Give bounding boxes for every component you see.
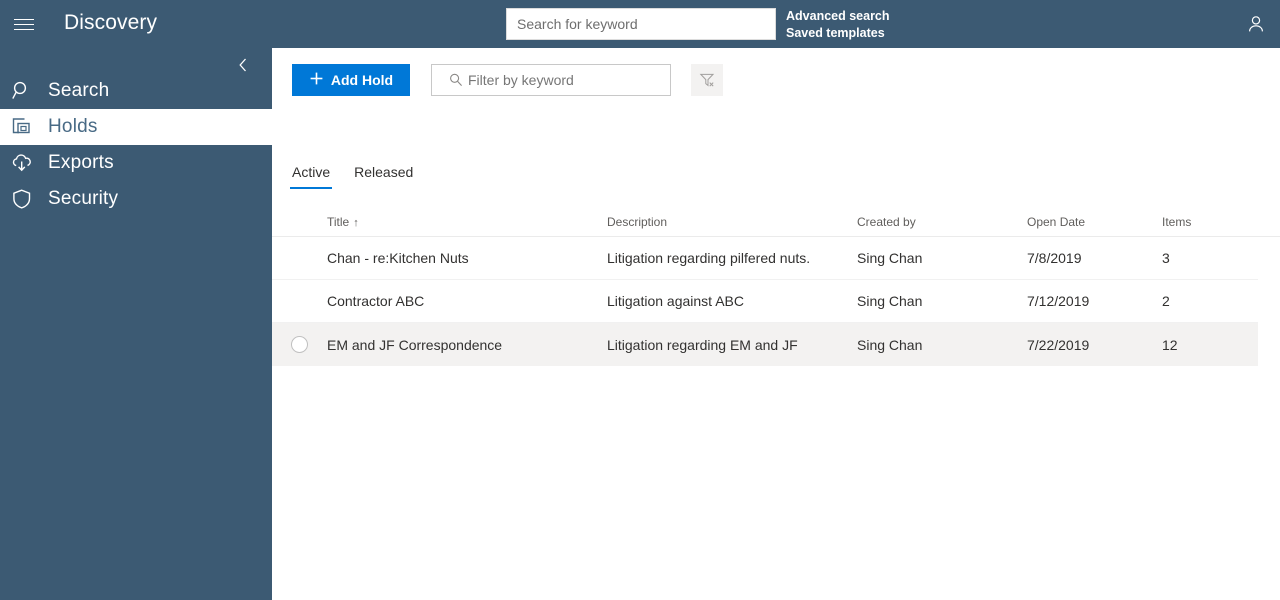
- table-row[interactable]: Chan - re:Kitchen Nuts Litigation regard…: [272, 237, 1258, 280]
- sidebar-item-label: Exports: [48, 152, 114, 173]
- global-search-input[interactable]: [506, 8, 776, 40]
- row-select-cell[interactable]: [272, 336, 327, 353]
- cell-description: Litigation regarding EM and JF: [607, 336, 798, 353]
- cell-description: Litigation regarding pilfered nuts.: [607, 250, 811, 266]
- table-header-row: Title ↑ Description Created by Open Date …: [272, 204, 1280, 237]
- table-row[interactable]: EM and JF Correspondence Litigation rega…: [272, 323, 1258, 366]
- cell-created-by: Sing Chan: [857, 293, 923, 309]
- saved-templates-link[interactable]: Saved templates: [786, 25, 890, 42]
- tab-released[interactable]: Released: [342, 160, 425, 189]
- sidebar-item-label: Security: [48, 188, 119, 209]
- shield-icon: [10, 187, 44, 211]
- sidebar-item-label: Holds: [48, 116, 98, 137]
- column-header-title[interactable]: Title ↑: [327, 204, 607, 229]
- top-header-bar: Discovery Advanced search Saved template…: [0, 0, 1280, 48]
- hamburger-line: [14, 23, 34, 25]
- row-select-circle-icon[interactable]: [291, 336, 308, 353]
- cell-description: Litigation against ABC: [607, 293, 744, 309]
- add-hold-button[interactable]: Add Hold: [292, 64, 410, 96]
- hamburger-line: [14, 28, 34, 30]
- sort-ascending-icon: ↑: [353, 217, 359, 229]
- column-header-created-by[interactable]: Created by: [857, 204, 1027, 229]
- app-title: Discovery: [64, 11, 158, 34]
- cell-items: 3: [1162, 250, 1170, 266]
- cell-title: Contractor ABC: [327, 293, 425, 309]
- holds-content-pane: Add Hold Active Released Title↑ Descript…: [272, 48, 1280, 600]
- sidebar-item-holds[interactable]: Holds: [0, 109, 272, 145]
- cell-title: EM and JF Correspondence: [327, 336, 503, 353]
- cloud-download-icon: [10, 151, 44, 175]
- command-bar: Add Hold: [292, 64, 723, 96]
- filter-clear-icon[interactable]: [691, 64, 723, 96]
- nav-list: Search Holds Exports Security: [0, 73, 272, 217]
- tab-active[interactable]: Active: [280, 160, 342, 189]
- person-icon[interactable]: [1244, 12, 1268, 36]
- filter-by-keyword-input[interactable]: [431, 64, 671, 96]
- plus-icon: [309, 71, 324, 89]
- column-header-open-date[interactable]: Open Date: [1027, 204, 1162, 229]
- holds-tabs: Active Released: [280, 160, 425, 189]
- add-hold-label: Add Hold: [330, 72, 394, 88]
- column-header-items[interactable]: Items: [1162, 204, 1252, 229]
- copy-holds-icon: [10, 115, 44, 139]
- sidebar-item-label: Search: [48, 80, 110, 101]
- magnifier-icon: [10, 79, 44, 103]
- cell-open-date: 7/22/2019: [1027, 336, 1090, 353]
- cell-items: 2: [1162, 293, 1170, 309]
- cell-open-date: 7/8/2019: [1027, 250, 1082, 266]
- cell-created-by: Sing Chan: [857, 336, 923, 353]
- sidebar-item-search[interactable]: Search: [0, 73, 272, 109]
- sidebar-item-exports[interactable]: Exports: [0, 145, 272, 181]
- hamburger-line: [14, 18, 34, 20]
- cell-created-by: Sing Chan: [857, 250, 923, 266]
- header-links: Advanced search Saved templates: [786, 8, 890, 42]
- advanced-search-link[interactable]: Advanced search: [786, 8, 890, 25]
- holds-table: Title ↑ Description Created by Open Date …: [272, 204, 1280, 366]
- column-header-description[interactable]: Description: [607, 204, 857, 229]
- table-row[interactable]: Contractor ABC Litigation against ABC Si…: [272, 280, 1258, 323]
- cell-title: Chan - re:Kitchen Nuts: [327, 250, 469, 266]
- left-navigation-sidebar: Search Holds Exports Security: [0, 48, 272, 600]
- sidebar-item-security[interactable]: Security: [0, 181, 272, 217]
- hamburger-menu-icon[interactable]: [12, 12, 36, 36]
- cell-items: 12: [1162, 336, 1178, 353]
- cell-open-date: 7/12/2019: [1027, 293, 1090, 309]
